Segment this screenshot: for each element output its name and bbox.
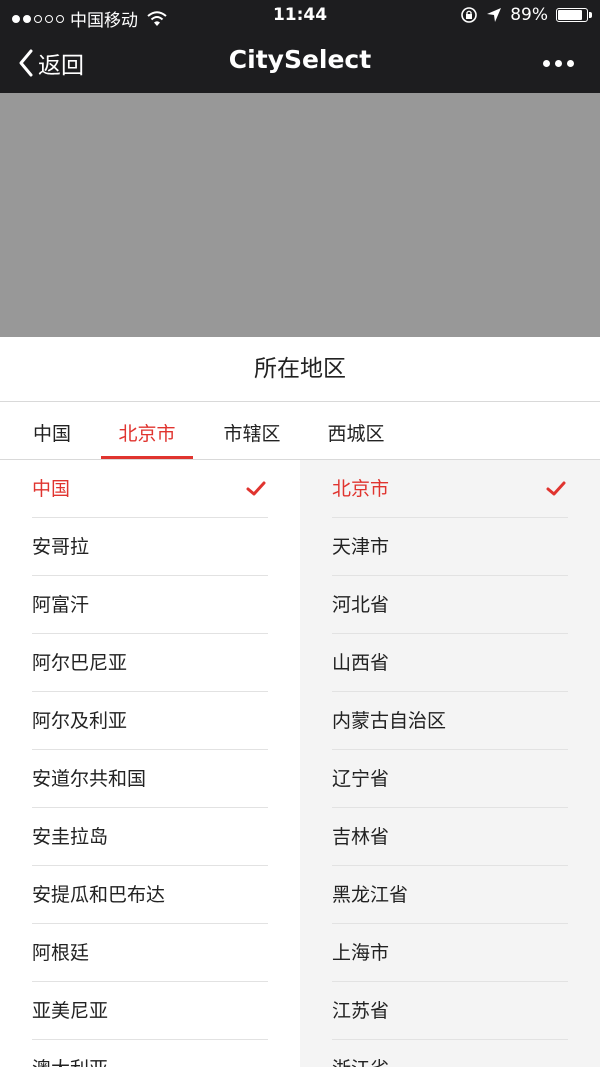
list-item[interactable]: 阿尔及利亚 — [32, 692, 268, 750]
tab-province[interactable]: 北京市 — [101, 402, 193, 459]
battery-percent: 89% — [510, 5, 548, 25]
list-item[interactable]: 江苏省 — [332, 982, 568, 1040]
page-title: CitySelect — [228, 45, 372, 74]
list-item-label: 阿根廷 — [32, 942, 90, 964]
region-tabs: 中国 北京市 市辖区 西城区 — [0, 402, 600, 460]
list-item[interactable]: 上海市 — [332, 924, 568, 982]
list-item-label: 亚美尼亚 — [32, 1000, 109, 1022]
tab-city[interactable]: 市辖区 — [212, 402, 292, 459]
rotation-lock-icon — [461, 7, 478, 23]
more-dots-icon[interactable] — [543, 60, 574, 67]
list-item-label: 北京市 — [332, 478, 390, 500]
list-item[interactable]: 安提瓜和巴布达 — [32, 866, 268, 924]
status-right: 89% — [460, 5, 592, 25]
list-item[interactable]: 澳大利亚 — [32, 1040, 268, 1067]
list-item-label: 安圭拉岛 — [32, 826, 109, 848]
list-item-label: 安道尔共和国 — [32, 768, 147, 790]
location-arrow-icon — [487, 8, 502, 22]
panel-title: 所在地区 — [0, 337, 600, 402]
list-item[interactable]: 辽宁省 — [332, 750, 568, 808]
list-item-label: 江苏省 — [332, 1000, 390, 1022]
list-item-label: 吉林省 — [332, 826, 390, 848]
list-item-label: 山西省 — [332, 652, 390, 674]
modal-overlay[interactable] — [0, 93, 600, 337]
list-item-label: 内蒙古自治区 — [332, 710, 447, 732]
list-item[interactable]: 安圭拉岛 — [32, 808, 268, 866]
list-item[interactable]: 北京市 — [332, 460, 568, 518]
list-item[interactable]: 河北省 — [332, 576, 568, 634]
battery-icon — [556, 8, 592, 22]
checkmark-icon — [246, 481, 266, 496]
list-item-label: 安哥拉 — [32, 536, 90, 558]
list-item-label: 辽宁省 — [332, 768, 390, 790]
list-item[interactable]: 阿根廷 — [32, 924, 268, 982]
list-item-label: 阿尔及利亚 — [32, 710, 128, 732]
list-item-label: 安提瓜和巴布达 — [32, 884, 166, 906]
list-item[interactable]: 天津市 — [332, 518, 568, 576]
list-item[interactable]: 亚美尼亚 — [32, 982, 268, 1040]
list-item-label: 上海市 — [332, 942, 390, 964]
list-item[interactable]: 黑龙江省 — [332, 866, 568, 924]
list-item-label: 天津市 — [332, 536, 390, 558]
battery-fill — [558, 10, 583, 20]
list-item[interactable]: 吉林省 — [332, 808, 568, 866]
province-list: 北京市天津市河北省山西省内蒙古自治区辽宁省吉林省黑龙江省上海市江苏省浙江省 — [300, 460, 600, 1067]
country-list: 中国安哥拉阿富汗阿尔巴尼亚阿尔及利亚安道尔共和国 安圭拉岛安提瓜和巴布达 阿根廷亚美… — [0, 460, 300, 1067]
list-item[interactable]: 安哥拉 — [32, 518, 268, 576]
tab-country[interactable]: 中国 — [24, 402, 80, 459]
list-item[interactable]: 山西省 — [332, 634, 568, 692]
checkmark-icon — [546, 481, 566, 496]
list-item-label: 阿富汗 — [32, 594, 90, 616]
navigation-bar: 返回 CitySelect — [0, 32, 600, 93]
list-item-label: 黑龙江省 — [332, 884, 409, 906]
list-item[interactable]: 安道尔共和国 — [32, 750, 268, 808]
list-item[interactable]: 浙江省 — [332, 1040, 568, 1067]
list-item[interactable]: 阿富汗 — [32, 576, 268, 634]
status-bar: 中国移动 11:44 89% — [0, 0, 600, 32]
tab-district[interactable]: 西城区 — [318, 402, 394, 459]
list-item-label: 阿尔巴尼亚 — [32, 652, 128, 674]
list-item-label: 澳大利亚 — [32, 1058, 108, 1067]
list-item-label: 浙江省 — [332, 1058, 389, 1067]
list-item[interactable]: 阿尔巴尼亚 — [32, 634, 268, 692]
list-item[interactable]: 中国 — [32, 460, 268, 518]
list-item[interactable]: 内蒙古自治区 — [332, 692, 568, 750]
list-item-label: 中国 — [32, 478, 71, 500]
list-item-label: 河北省 — [332, 594, 390, 616]
